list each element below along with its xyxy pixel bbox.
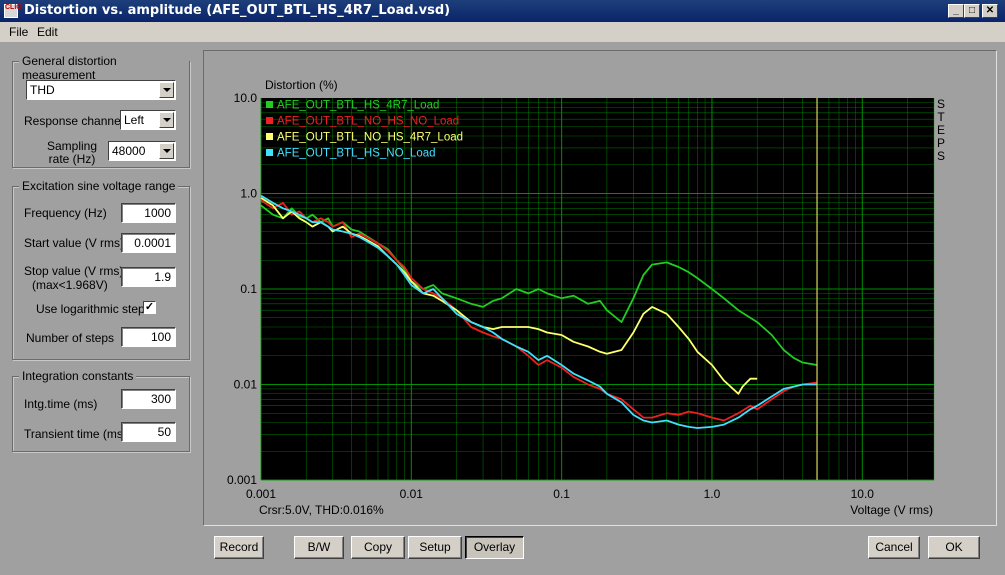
steps-letter: E — [937, 123, 945, 137]
x-tick-label: 0.001 — [246, 487, 276, 501]
legend-label: AFE_OUT_BTL_HS_NO_Load — [277, 148, 436, 160]
steps-letter: S — [937, 149, 945, 163]
y-axis-label: Distortion (%) — [265, 78, 338, 92]
x-axis-label: Voltage (V rms) — [850, 503, 933, 517]
legend-swatch — [266, 133, 273, 140]
steps-label: STEPS — [937, 97, 945, 163]
x-tick-label: 10.0 — [851, 487, 875, 501]
legend-swatch — [266, 117, 273, 124]
bw-button[interactable]: B/W — [294, 536, 344, 559]
copy-button[interactable]: Copy — [351, 536, 405, 559]
x-tick-label: 0.1 — [553, 487, 570, 501]
steps-letter: P — [937, 136, 945, 150]
setup-button[interactable]: Setup — [408, 536, 462, 559]
legend-swatch — [266, 149, 273, 156]
x-tick-label: 1.0 — [704, 487, 721, 501]
record-button[interactable]: Record — [214, 536, 264, 559]
steps-letter: S — [937, 97, 945, 111]
legend-swatch — [266, 101, 273, 108]
legend-label: AFE_OUT_BTL_HS_4R7_Load — [277, 100, 439, 112]
steps-letter: T — [937, 110, 945, 124]
y-tick-label: 10.0 — [234, 91, 258, 105]
y-tick-label: 0.01 — [234, 378, 258, 392]
cursor-readout: Crsr:5.0V, THD:0.016% — [259, 503, 384, 517]
x-tick-label: 0.01 — [400, 487, 424, 501]
cancel-button[interactable]: Cancel — [868, 536, 920, 559]
overlay-button[interactable]: Overlay — [465, 536, 524, 559]
legend-label: AFE_OUT_BTL_NO_HS_NO_Load — [277, 116, 459, 128]
distortion-chart[interactable]: Distortion (%) Voltage (V rms) Crsr:5.0V… — [0, 0, 1005, 575]
y-tick-label: 0.1 — [240, 282, 257, 296]
y-tick-label: 1.0 — [240, 187, 257, 201]
y-tick-label: 0.001 — [227, 473, 257, 487]
ok-button[interactable]: OK — [928, 536, 980, 559]
legend-label: AFE_OUT_BTL_NO_HS_4R7_Load — [277, 132, 463, 144]
